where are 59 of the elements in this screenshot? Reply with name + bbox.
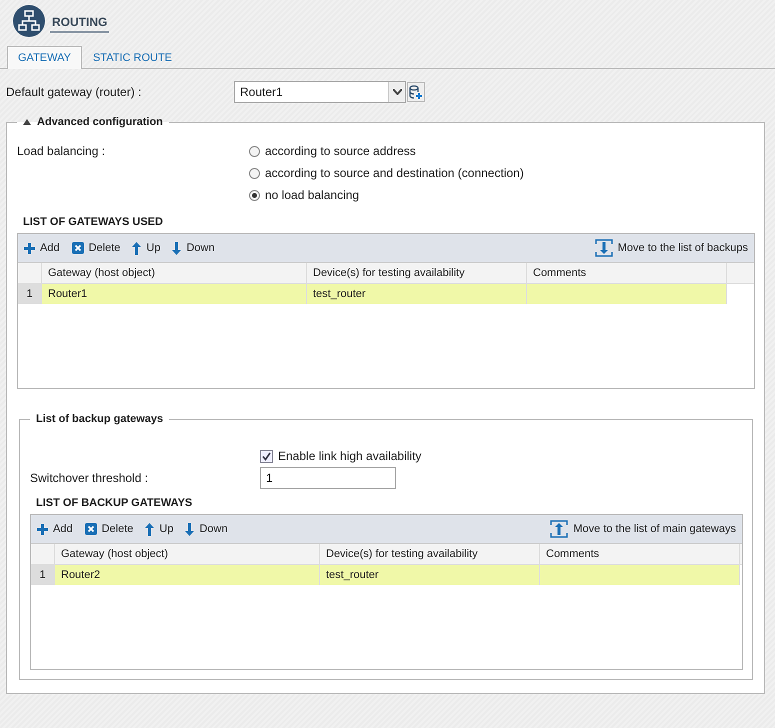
toolbar-button[interactable]: Down <box>172 242 215 254</box>
table-cell: test_router <box>307 284 527 304</box>
toolbar-button[interactable]: Delete <box>84 523 134 535</box>
arrow-up-icon <box>132 242 142 254</box>
tab[interactable]: GATEWAY <box>7 46 82 69</box>
radio-button[interactable] <box>249 168 260 178</box>
column-header[interactable]: Comments <box>527 263 727 283</box>
radio-button[interactable] <box>249 146 260 156</box>
collapse-icon[interactable] <box>23 119 31 125</box>
table-row[interactable]: 1 Router2 test_router <box>31 565 742 585</box>
option-label: no load balancing <box>265 188 360 202</box>
option-label: according to source address <box>265 144 416 158</box>
table-cell: Router1 <box>42 284 307 304</box>
field-label: Switchover threshold : <box>30 471 150 485</box>
toolbar-button[interactable]: Down <box>185 522 228 536</box>
column-header[interactable]: Comments <box>540 544 740 564</box>
row-number: 1 <box>18 284 42 304</box>
tab[interactable]: STATIC ROUTE <box>82 46 184 68</box>
arrow-up-icon <box>145 522 154 536</box>
toolbar-button[interactable]: Up <box>132 242 160 254</box>
move-button[interactable]: Move to the list of main gateways <box>550 520 736 538</box>
table-cell: Router2 <box>55 565 320 585</box>
field-label: Default gateway (router) : <box>6 85 142 99</box>
move-down-icon <box>594 239 613 257</box>
toolbar-button[interactable]: Up <box>145 522 174 536</box>
list-title: LIST OF GATEWAYS USED <box>23 216 164 228</box>
option-label: according to source and destination (connection) <box>265 166 524 180</box>
section-title: Advanced configuration <box>37 116 163 128</box>
network-icon <box>12 4 46 38</box>
checkbox-label: Enable link high availability <box>278 449 422 463</box>
column-header[interactable]: Device(s) for testing availability <box>307 263 527 283</box>
add-object-button[interactable] <box>407 82 425 102</box>
radio-button[interactable] <box>249 190 260 200</box>
caret-icon <box>392 89 402 95</box>
toolbar-button[interactable]: Delete <box>72 242 120 254</box>
close-icon <box>72 242 84 254</box>
plus-icon <box>37 524 48 534</box>
field-label: Load balancing : <box>17 144 106 160</box>
column-header[interactable]: Gateway (host object) <box>55 544 320 564</box>
column-header[interactable]: Device(s) for testing availability <box>320 544 540 564</box>
plus-icon <box>24 242 35 254</box>
move-button[interactable]: Move to the list of backups <box>594 239 748 257</box>
move-up-icon <box>550 520 568 538</box>
toolbar-button[interactable]: Add <box>24 242 60 254</box>
table-cell: test_router <box>320 565 540 585</box>
section-title: List of backup gateways <box>36 413 164 425</box>
list-title: LIST OF BACKUP GATEWAYS <box>36 497 194 509</box>
gateway-dropdown[interactable]: Router1 <box>234 81 406 103</box>
database-plus-icon <box>409 84 423 100</box>
column-header[interactable]: Gateway (host object) <box>42 263 307 283</box>
toolbar-button[interactable]: Add <box>37 523 73 535</box>
checkbox[interactable] <box>260 450 273 462</box>
table-row[interactable]: 1 Router1 test_router <box>18 284 754 304</box>
threshold-field[interactable]: 1 <box>260 467 396 489</box>
row-number: 1 <box>31 565 55 585</box>
arrow-down-icon <box>172 242 182 254</box>
close-icon <box>84 523 97 535</box>
page-title: ROUTING <box>50 9 110 33</box>
arrow-down-icon <box>185 522 194 536</box>
